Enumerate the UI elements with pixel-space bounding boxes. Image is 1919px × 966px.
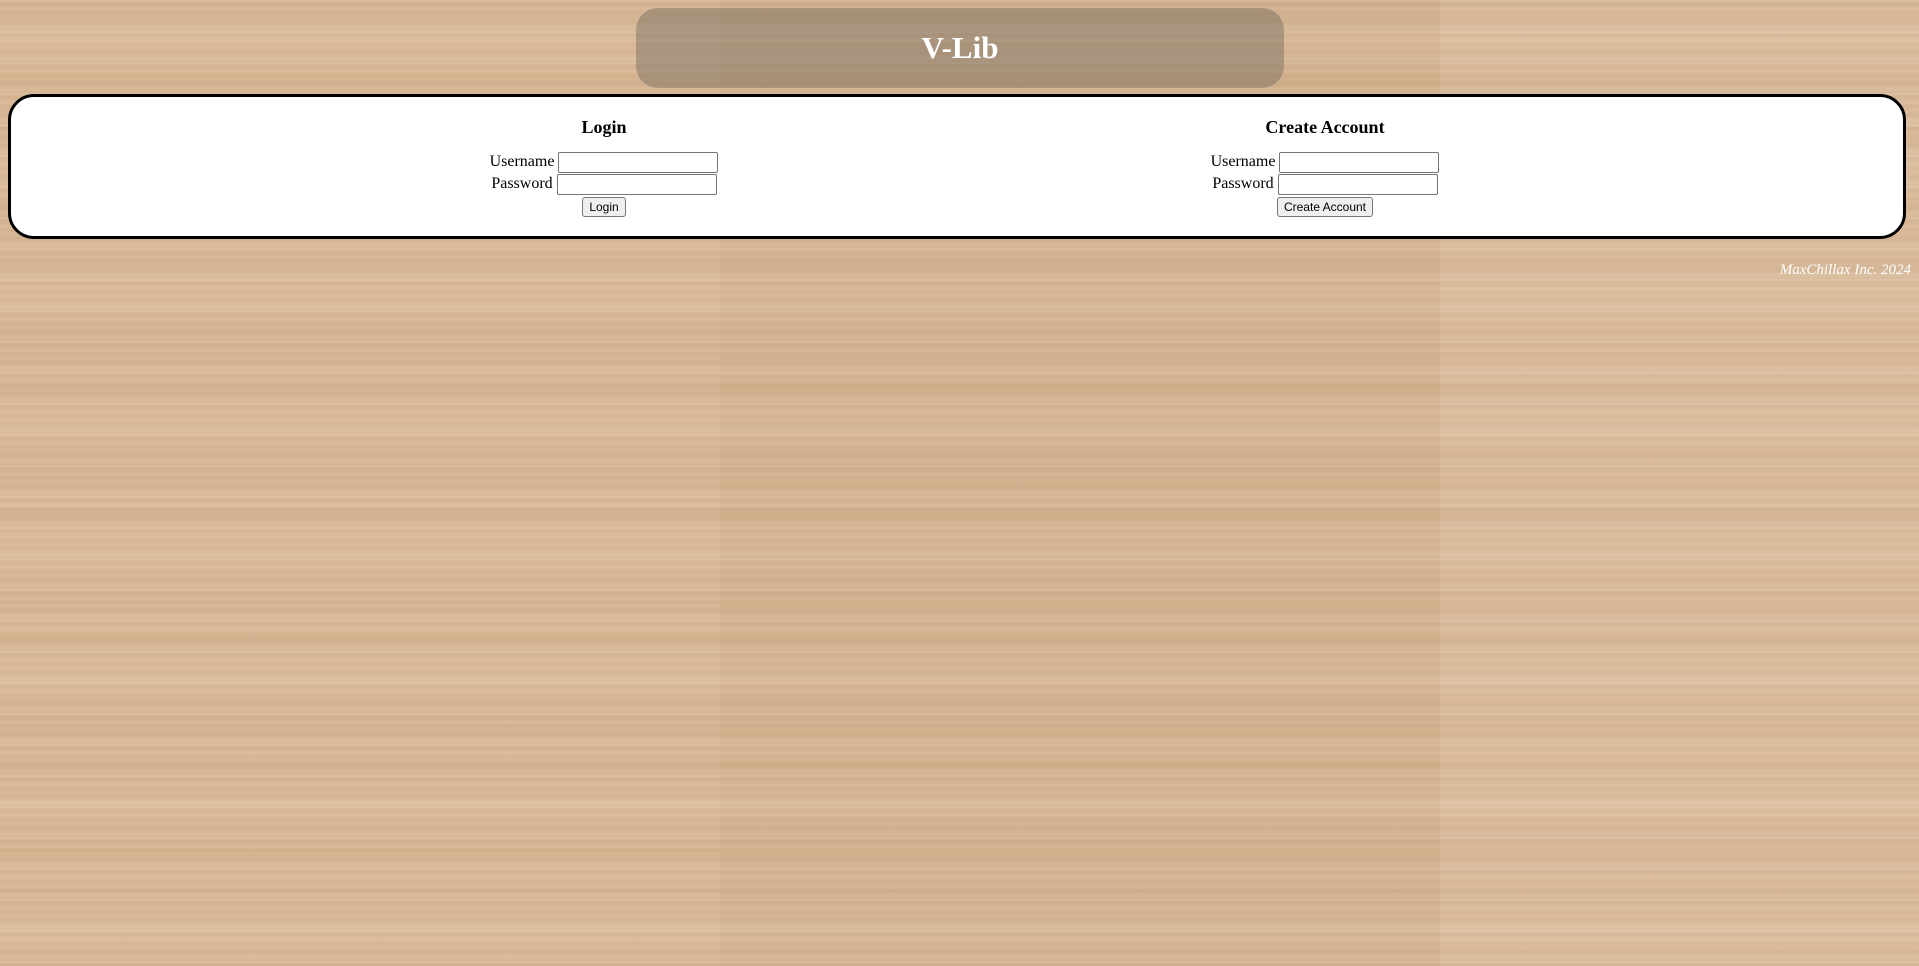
create-username-input[interactable]: [1279, 151, 1440, 173]
create-account-form: Create Account Username Password Create …: [1115, 117, 1535, 217]
create-username-label: Username: [1210, 153, 1276, 170]
create-password-label: Password: [1212, 175, 1274, 192]
login-password-row: Password: [394, 173, 814, 195]
login-heading: Login: [581, 117, 627, 137]
site-title: V-Lib: [921, 30, 999, 65]
create-username-row: Username: [1115, 151, 1535, 173]
create-account-button-row: Create Account: [1115, 197, 1535, 217]
login-form: Login Username Password Login: [394, 117, 814, 217]
create-password-row: Password: [1115, 173, 1535, 195]
footer-credit: MaxChillax Inc. 2024: [1779, 262, 1911, 278]
login-button-row: Login: [394, 197, 814, 217]
login-username-row: Username: [394, 151, 814, 173]
login-username-label: Username: [489, 153, 555, 170]
login-username-input[interactable]: [558, 151, 719, 173]
create-account-heading: Create Account: [1265, 117, 1385, 137]
create-account-button[interactable]: Create Account: [1276, 197, 1374, 217]
site-banner: V-Lib: [636, 8, 1284, 88]
auth-card: Login Username Password Login Create Acc…: [8, 94, 1906, 239]
create-password-input[interactable]: [1277, 173, 1438, 195]
login-password-label: Password: [491, 175, 553, 192]
login-button[interactable]: Login: [582, 197, 626, 217]
login-password-input[interactable]: [556, 173, 717, 195]
